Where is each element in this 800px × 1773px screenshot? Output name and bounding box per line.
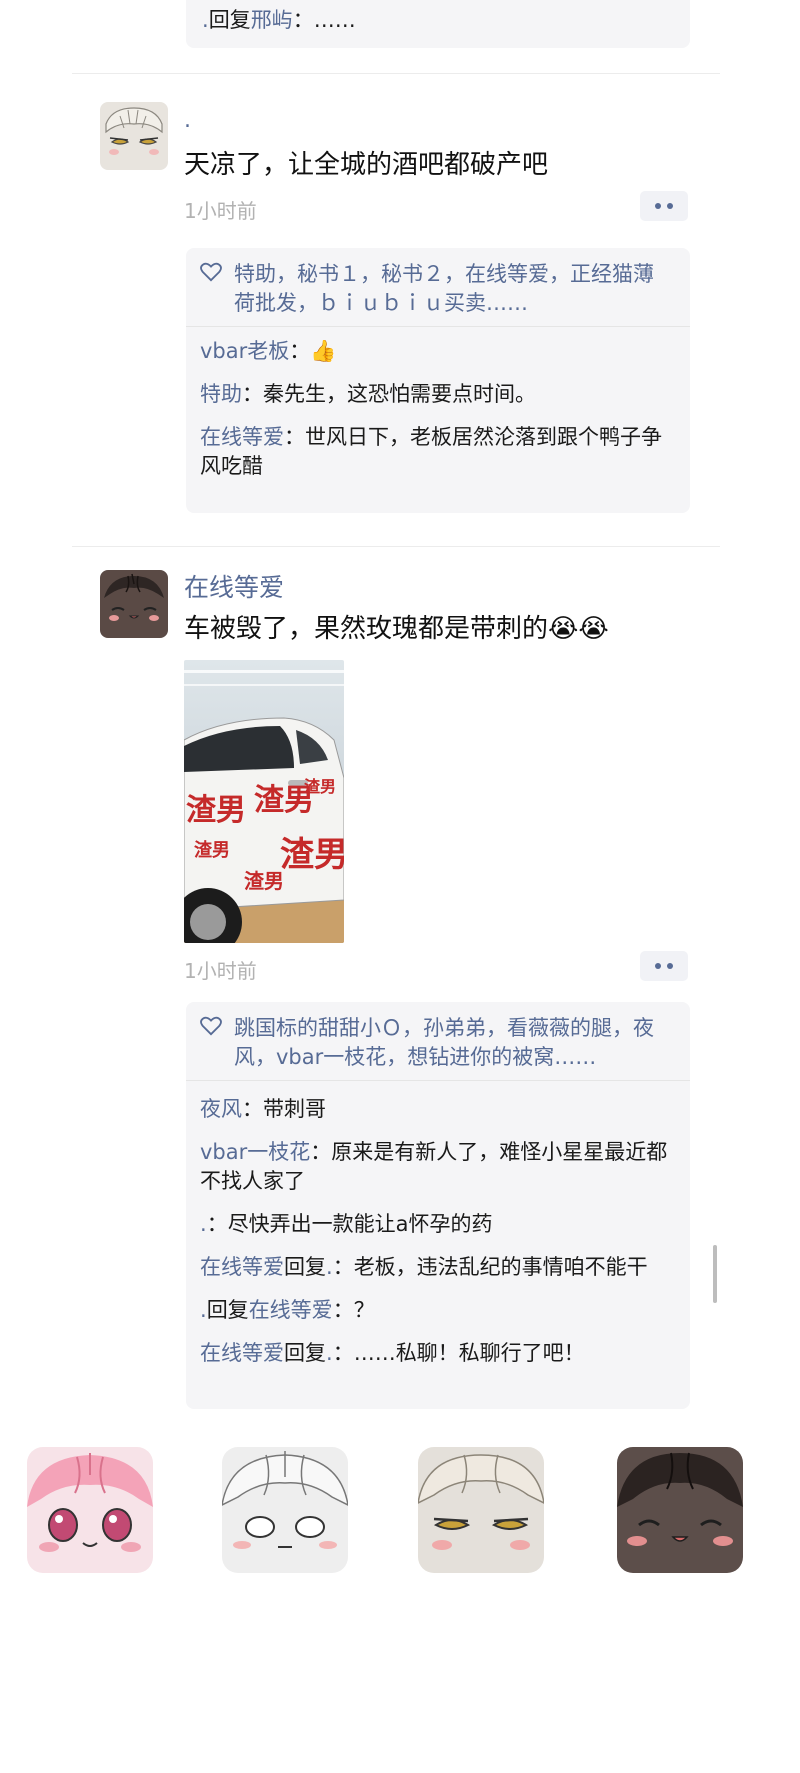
heart-outline-icon xyxy=(200,1015,222,1044)
more-dots-icon[interactable] xyxy=(640,951,688,981)
comment[interactable]: 特助：秦先生，这恐怕需要点时间。 xyxy=(186,380,690,409)
sticker-pink-hair xyxy=(27,1447,153,1573)
previous-comment-box: .回复邢屿：…… xyxy=(186,0,690,48)
comment[interactable]: vbar一枝花：原来是有新人了，难怪小星星最近都不找人家了 xyxy=(186,1138,690,1196)
more-dots-icon[interactable] xyxy=(640,191,688,221)
post-author-name[interactable]: . xyxy=(184,108,191,133)
interaction-panel: 跳国标的甜甜小Ｏ，孙弟弟，看薇薇的腿，夜风，vbar一枝花，想钻进你的被窝…… … xyxy=(186,1002,690,1409)
comment[interactable]: 夜风：带刺哥 xyxy=(186,1095,690,1124)
reply-to[interactable]: 邢屿 xyxy=(251,8,293,32)
comment[interactable]: 在线等爱：世风日下，老板居然沦落到跟个鸭子争风吃醋 xyxy=(186,423,690,481)
sticker-white-hair xyxy=(222,1447,348,1573)
sticker-dark-hair xyxy=(617,1447,743,1573)
post-time: 1小时前 xyxy=(184,959,257,983)
post-text: 天凉了，让全城的酒吧都破产吧 xyxy=(184,150,549,180)
photo-text: 渣男 xyxy=(186,793,246,828)
photo-text: 渣男 xyxy=(244,869,284,893)
photo-text: 渣男 xyxy=(280,835,344,875)
heart-outline-icon xyxy=(200,261,222,290)
post-author-name[interactable]: 在线等爱 xyxy=(184,568,284,604)
likes-names[interactable]: 跳国标的甜甜小Ｏ，孙弟弟，看薇薇的腿，夜风，vbar一枝花，想钻进你的被窝…… xyxy=(234,1016,654,1069)
scrollbar[interactable] xyxy=(713,1245,717,1303)
divider xyxy=(72,546,720,547)
avatar[interactable] xyxy=(100,570,168,638)
likes-row: 跳国标的甜甜小Ｏ，孙弟弟，看薇薇的腿，夜风，vbar一枝花，想钻进你的被窝…… xyxy=(186,1002,690,1081)
divider xyxy=(72,73,720,74)
comment[interactable]: 在线等爱回复.：……私聊！私聊行了吧！ xyxy=(186,1339,690,1368)
post-time: 1小时前 xyxy=(184,199,257,223)
post-text: 车被毁了，果然玫瑰都是带刺的😭😭 xyxy=(184,614,609,644)
avatar[interactable] xyxy=(100,102,168,170)
likes-names[interactable]: 特助，秘书１，秘书２，在线等爱，正经猫薄荷批发，ｂｉｕｂｉｕ买卖…… xyxy=(234,262,654,315)
post-photo[interactable]: 渣男 渣男 渣男 渣男 渣男 渣男 xyxy=(184,660,344,943)
likes-row: 特助，秘书１，秘书２，在线等爱，正经猫薄荷批发，ｂｉｕｂｉｕ买卖…… xyxy=(186,248,690,327)
comment[interactable]: .回复在线等爱：？ xyxy=(186,1296,690,1325)
comment[interactable]: vbar老板：👍 xyxy=(186,337,690,366)
reply-line: .回复邢屿：…… xyxy=(202,8,356,32)
interaction-panel: 特助，秘书１，秘书２，在线等爱，正经猫薄荷批发，ｂｉｕｂｉｕ买卖…… vbar老… xyxy=(186,248,690,513)
photo-text: 渣男 xyxy=(194,839,230,861)
sticker-silver-hair xyxy=(418,1447,544,1573)
comment[interactable]: .：尽快弄出一款能让a怀孕的药 xyxy=(186,1210,690,1239)
comment[interactable]: 在线等爱回复.：老板，违法乱纪的事情咱不能干 xyxy=(186,1253,690,1282)
photo-text: 渣男 xyxy=(304,777,336,796)
reply-from[interactable]: . xyxy=(202,8,209,32)
